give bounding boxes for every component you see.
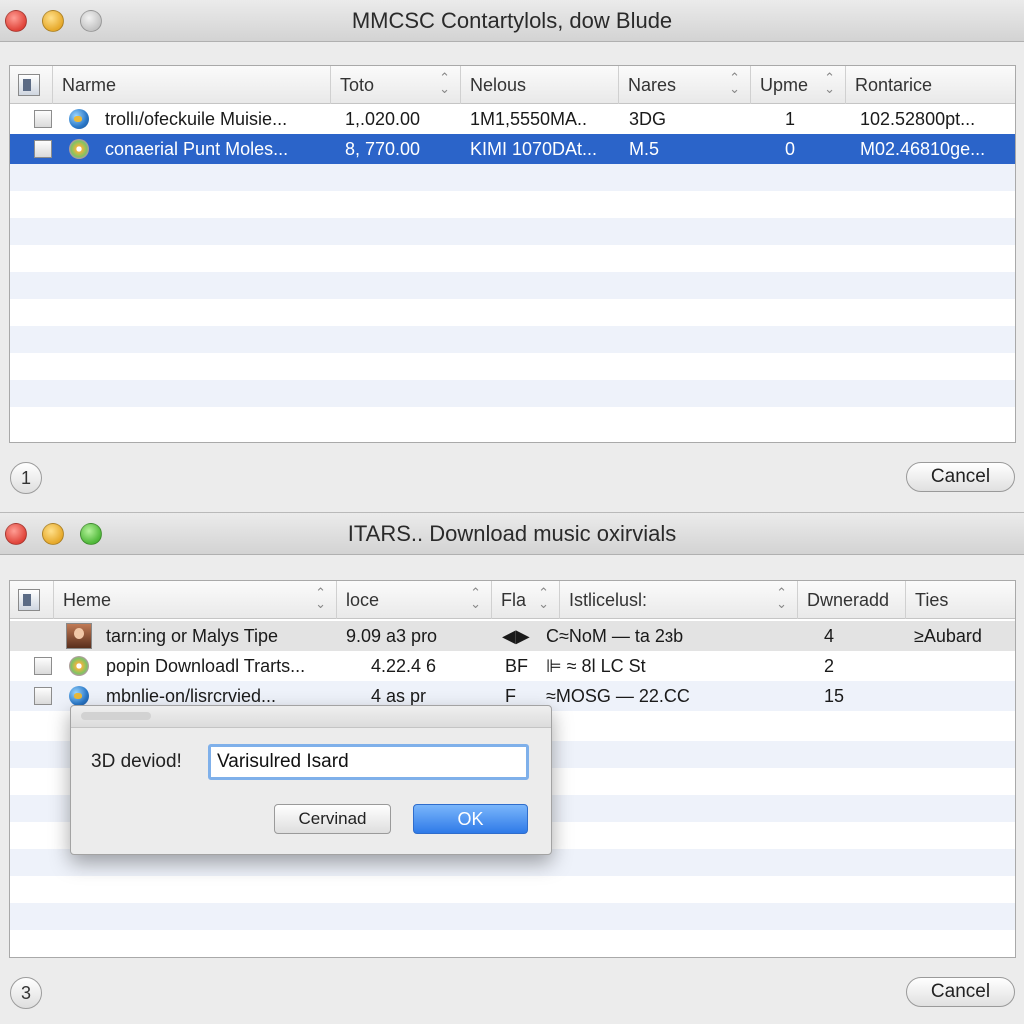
dialog-title-bar [71,706,551,728]
empty-row-stripe [10,903,1015,930]
column-header-istlicelusl[interactable]: Istlicelusl: ⌃ ⌄ [560,581,798,619]
empty-row-stripe [10,326,1015,353]
file-type-icon [34,140,52,158]
cell-loce: 9.09 a3 pro [346,626,438,646]
input-dialog: 3D deviod! Cervinad OK [70,705,552,855]
dialog-text-field[interactable] [208,744,529,780]
cell-nares: M.5 [629,139,660,159]
cell-nares: 3DG [629,109,667,129]
table-row-highlighted[interactable]: tarn:ing or Malys Tipe 9.09 a3 pro ◀▶ C≈… [10,621,1015,651]
column-header-ties[interactable]: Ties [906,581,1015,619]
cell-loce: 4.22.4 6 [371,656,437,676]
cell-toto: 8, 770.00 [345,139,421,159]
document-icon [18,74,40,96]
dialog-ok-button[interactable]: OK [413,804,528,834]
sort-arrows-icon: ⌃ ⌄ [538,585,549,611]
column-header-name[interactable]: Narme [53,66,331,104]
cell-nelous: 1M1,5550MA.. [470,109,588,129]
column-header-label: Heme [63,590,112,610]
globe-icon [69,109,89,129]
cell-fla: ◀▶ [502,626,530,646]
title-bar: MMCSC Contartylols, dow Blude [0,0,1024,42]
page-number-button[interactable]: 3 [10,977,42,1009]
file-type-icon [34,657,52,675]
sort-arrows-icon: ⌃ ⌄ [315,585,326,611]
column-header-label: Nares [628,75,677,95]
cell-fla: BF [505,656,529,676]
cell-istlicelusl: C≈NoM — ta 2ɜb [546,626,684,646]
cell-toto: 1,.020.00 [345,109,421,129]
column-header-toto[interactable]: Toto ⌃ ⌄ [331,66,461,104]
column-header-icon[interactable] [10,581,54,619]
document-icon [18,589,40,611]
column-header-upme[interactable]: Upme ⌃ ⌄ [751,66,846,104]
title-bar: ITARS.. Download music oxirvials [0,513,1024,555]
empty-row-stripe [10,380,1015,407]
window-title: MMCSC Contartylols, dow Blude [351,8,673,33]
cell-name: tarn:ing or Malys Tipe [106,626,279,646]
column-header-label: Upme [760,75,809,95]
column-header-download[interactable]: Dwneradd [798,581,906,619]
table-header: Narme Toto ⌃ ⌄ Nelous Nares ⌃ ⌄ Upme ⌃ ⌄ Ro… [10,66,1015,104]
column-header-label: loce [346,590,380,610]
cell-name: conaerial Punt Moles... [105,139,289,159]
table-row[interactable]: trollı/ofeckuile Muisie... 1,.020.00 1M1… [10,104,1015,134]
globe-icon [69,686,89,706]
sort-arrows-icon: ⌃ ⌄ [439,70,450,96]
empty-row-stripe [10,272,1015,299]
file-type-icon [34,110,52,128]
empty-row-stripe [10,164,1015,191]
cancel-button[interactable]: Cancel [906,462,1015,492]
empty-row-stripe [10,218,1015,245]
cell-name: trollı/ofeckuile Muisie... [105,109,288,129]
dialog-cancel-button[interactable]: Cervinad [274,804,391,834]
cell-istlicelusl: ⊫ ≈ 8l LC St [546,656,646,676]
column-header-heme[interactable]: Heme ⌃ ⌄ [54,581,337,619]
sort-arrows-icon: ⌃ ⌄ [729,70,740,96]
cell-rontarice: 102.52800pt... [860,109,976,129]
cell-download: 2 [824,656,835,676]
cell-upme: 0 [785,139,796,159]
sort-arrows-icon: ⌃ ⌄ [776,585,787,611]
music-disc-icon [69,139,89,159]
window-title: ITARS.. Download music oxirvials [347,521,677,546]
dialog-label: 3D deviod! [91,751,182,772]
music-disc-icon [69,656,89,676]
column-header-label: Istlicelusl: [569,590,648,610]
cell-download: 15 [824,686,845,706]
column-header-label: Fla [501,590,527,610]
column-header-nelous[interactable]: Nelous [461,66,619,104]
cell-upme: 1 [785,109,796,129]
cancel-button[interactable]: Cancel [906,977,1015,1007]
column-header-loce[interactable]: loce ⌃ ⌄ [337,581,492,619]
column-header-nares[interactable]: Nares ⌃ ⌄ [619,66,751,104]
table-header: Heme ⌃ ⌄ loce ⌃ ⌄ Fla ⌃ ⌄ Istlicelusl: ⌃ ⌄ D… [10,581,1015,619]
dialog-grip [81,712,151,720]
table-row-selected[interactable]: conaerial Punt Moles... 8, 770.00 KIMI 1… [10,134,1015,164]
sort-arrows-icon: ⌃ ⌄ [824,70,835,96]
page-number-button[interactable]: 1 [10,462,42,494]
file-table: Narme Toto ⌃ ⌄ Nelous Nares ⌃ ⌄ Upme ⌃ ⌄ Ro… [9,65,1016,443]
column-header-rontarice[interactable]: Rontarice [846,66,1015,104]
cell-download: 4 [824,626,835,646]
cell-rontarice: M02.46810ge... [860,139,986,159]
table-row[interactable]: popin Downloadl Trarts... 4.22.4 6 BF ⊫ … [10,651,1015,681]
cell-nelous: KIMI 1070DAt... [470,139,598,159]
download-window-1: MMCSC Contartylols, dow Blude Narme Toto… [0,0,1024,512]
checkbox[interactable] [34,687,52,705]
cell-istlicelusl: ≈MOSG — 22.CC [546,686,690,706]
column-header-fla[interactable]: Fla ⌃ ⌄ [492,581,560,619]
column-header-label: Toto [340,75,375,95]
cell-name: popin Downloadl Trarts... [106,656,306,676]
cell-ties: ≥Aubard [914,626,982,646]
artist-avatar-icon [66,623,92,649]
sort-arrows-icon: ⌃ ⌄ [470,585,481,611]
column-header-icon[interactable] [10,66,53,104]
